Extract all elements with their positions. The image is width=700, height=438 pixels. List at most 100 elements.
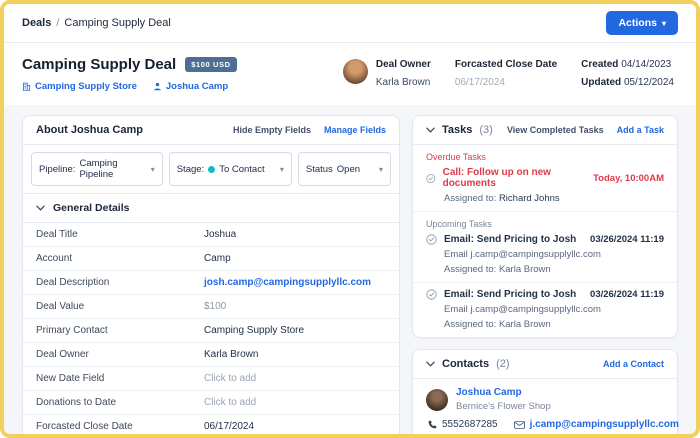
task-assignee: Karla Brown xyxy=(498,319,551,330)
updated-value: 05/12/2024 xyxy=(623,77,674,88)
created-value: 04/14/2023 xyxy=(621,59,672,70)
close-date-value: 06/17/2024 xyxy=(454,77,505,88)
related-contact-link[interactable]: Joshua Camp xyxy=(153,81,228,92)
view-completed-tasks-link[interactable]: View Completed Tasks xyxy=(507,125,604,135)
overdue-tasks-header: Overdue Tasks xyxy=(426,152,486,162)
field-label: Primary Contact xyxy=(36,325,108,336)
deal-header: Camping Supply Deal $100 USD Camping Sup… xyxy=(4,43,696,105)
field-label: New Date Field xyxy=(36,373,105,384)
task-title: Call: Follow up on new documents xyxy=(442,167,551,189)
complete-task-icon[interactable] xyxy=(426,173,436,184)
content-area: About Joshua Camp Hide Empty Fields Mana… xyxy=(4,105,696,434)
contacts-count: (2) xyxy=(496,358,510,370)
tasks-section-toggle[interactable]: Tasks (3) xyxy=(426,124,493,136)
field-row-primary-contact: Primary Contact Camping Supply Store xyxy=(23,319,399,343)
pipeline-select[interactable]: Pipeline: Camping Pipeline ▾ xyxy=(31,152,163,186)
manage-fields-button[interactable]: Manage Fields xyxy=(324,125,386,135)
chevron-down-icon xyxy=(426,361,435,367)
deal-header-right: Deal Owner Karla Brown Forcasted Close D… xyxy=(342,56,674,88)
deal-detail-page: Deals / Camping Supply Deal Actions ▾ Ca… xyxy=(0,0,700,438)
add-contact-link[interactable]: Add a Contact xyxy=(603,359,664,369)
field-value[interactable]: Camping Supply Store xyxy=(204,325,304,336)
field-value[interactable]: Joshua xyxy=(204,229,236,240)
upcoming-tasks-header: Upcoming Tasks xyxy=(426,219,492,229)
breadcrumb-deals-link[interactable]: Deals xyxy=(22,17,51,29)
updated-label: Updated xyxy=(581,77,622,88)
stage-select[interactable]: Stage: To Contact ▾ xyxy=(168,152,292,186)
caret-down-icon: ▾ xyxy=(279,164,284,174)
task-item-upcoming[interactable]: Email: Send Pricing to Josh 03/26/2024 1… xyxy=(413,231,677,282)
task-item-overdue[interactable]: Call: Follow up on new documents Today, … xyxy=(413,164,677,211)
deal-owner-label: Deal Owner xyxy=(375,59,431,70)
field-row-donations-to-date: Donations to Date Click to add xyxy=(23,391,399,415)
complete-task-icon[interactable] xyxy=(426,289,437,300)
contacts-card: Contacts (2) Add a Contact Joshua Camp B… xyxy=(412,349,679,434)
field-row-deal-owner: Deal Owner Karla Brown xyxy=(23,343,399,367)
contact-email[interactable]: j.camp@campingsupplyllc.com xyxy=(513,419,679,430)
field-value[interactable]: $100 xyxy=(204,301,226,312)
complete-task-icon[interactable] xyxy=(426,234,437,245)
breadcrumb: Deals / Camping Supply Deal xyxy=(22,17,171,29)
chevron-down-icon xyxy=(426,127,435,133)
field-label: Donations to Date xyxy=(36,397,117,408)
task-detail: Email j.camp@campingsupplyllc.com xyxy=(444,249,601,260)
actions-button[interactable]: Actions ▾ xyxy=(606,11,678,35)
phone-icon xyxy=(428,420,437,429)
contact-avatar xyxy=(426,388,448,411)
task-item-upcoming[interactable]: Email: Send Pricing to Josh 03/26/2024 1… xyxy=(413,282,677,337)
related-company-link[interactable]: Camping Supply Store xyxy=(22,81,137,92)
deal-title: Camping Supply Deal xyxy=(22,56,177,73)
field-value[interactable]: Camp xyxy=(204,253,231,264)
field-value-click-to-add[interactable]: Click to add xyxy=(204,397,256,408)
contact-phone[interactable]: 5552687285 xyxy=(428,419,498,430)
field-value-email-link[interactable]: josh.camp@campingsupplyllc.com xyxy=(204,277,371,288)
actions-button-label: Actions xyxy=(618,17,657,29)
deal-owner-avatar xyxy=(342,59,368,84)
about-card: About Joshua Camp Hide Empty Fields Mana… xyxy=(22,115,400,434)
about-card-title: About Joshua Camp xyxy=(36,124,143,136)
field-label: Deal Description xyxy=(36,277,110,288)
envelope-icon xyxy=(513,420,525,429)
field-value[interactable]: 06/17/2024 xyxy=(204,421,254,432)
close-date-label: Forcasted Close Date xyxy=(454,59,558,70)
field-label: Deal Value xyxy=(36,301,85,312)
contacts-section-toggle[interactable]: Contacts (2) xyxy=(426,358,510,370)
top-bar: Deals / Camping Supply Deal Actions ▾ xyxy=(4,4,696,43)
status-select[interactable]: Status Open ▾ xyxy=(297,152,391,186)
stage-status-dot xyxy=(208,165,216,173)
general-details-section-toggle[interactable]: General Details xyxy=(23,194,399,223)
field-label: Forcasted Close Date xyxy=(36,421,133,432)
contact-item: Joshua Camp Bernice's Flower Shop 555268… xyxy=(413,379,679,434)
caret-down-icon: ▾ xyxy=(661,18,666,28)
task-title: Email: Send Pricing to Josh xyxy=(444,289,577,300)
field-row-deal-title: Deal Title Joshua xyxy=(23,223,399,247)
field-label: Deal Owner xyxy=(36,349,89,360)
field-row-forcasted-close-date: Forcasted Close Date 06/17/2024 xyxy=(23,415,399,434)
chevron-down-icon xyxy=(36,205,45,211)
field-label: Account xyxy=(36,253,73,264)
person-icon xyxy=(153,82,161,91)
deal-value-badge: $100 USD xyxy=(185,57,237,72)
tasks-count: (3) xyxy=(479,124,493,136)
right-column: Tasks (3) View Completed Tasks Add a Tas… xyxy=(412,115,679,434)
field-row-deal-description: Deal Description josh.camp@campingsupply… xyxy=(23,271,399,295)
add-task-link[interactable]: Add a Task xyxy=(617,125,664,135)
deal-owner-name: Karla Brown xyxy=(375,77,431,88)
breadcrumb-current: Camping Supply Deal xyxy=(64,17,171,29)
field-value-click-to-add[interactable]: Click to add xyxy=(204,373,256,384)
contact-name-link[interactable]: Joshua Camp xyxy=(456,387,551,398)
field-row-account: Account Camp xyxy=(23,247,399,271)
field-row-deal-value: Deal Value $100 xyxy=(23,295,399,319)
field-row-new-date-field: New Date Field Click to add xyxy=(23,367,399,391)
task-title: Email: Send Pricing to Josh xyxy=(444,234,577,245)
hide-empty-fields-button[interactable]: Hide Empty Fields xyxy=(233,125,311,135)
task-due-time: 03/26/2024 11:19 xyxy=(590,234,664,245)
caret-down-icon: ▾ xyxy=(150,164,155,174)
deal-header-left: Camping Supply Deal $100 USD Camping Sup… xyxy=(22,56,237,92)
field-label: Deal Title xyxy=(36,229,78,240)
task-due-time: Today, 10:00AM xyxy=(593,172,664,184)
field-value[interactable]: Karla Brown xyxy=(204,349,258,360)
task-due-time: 03/26/2024 11:19 xyxy=(590,289,664,300)
caret-down-icon: ▾ xyxy=(378,164,383,174)
task-assignee: Karla Brown xyxy=(498,264,551,275)
